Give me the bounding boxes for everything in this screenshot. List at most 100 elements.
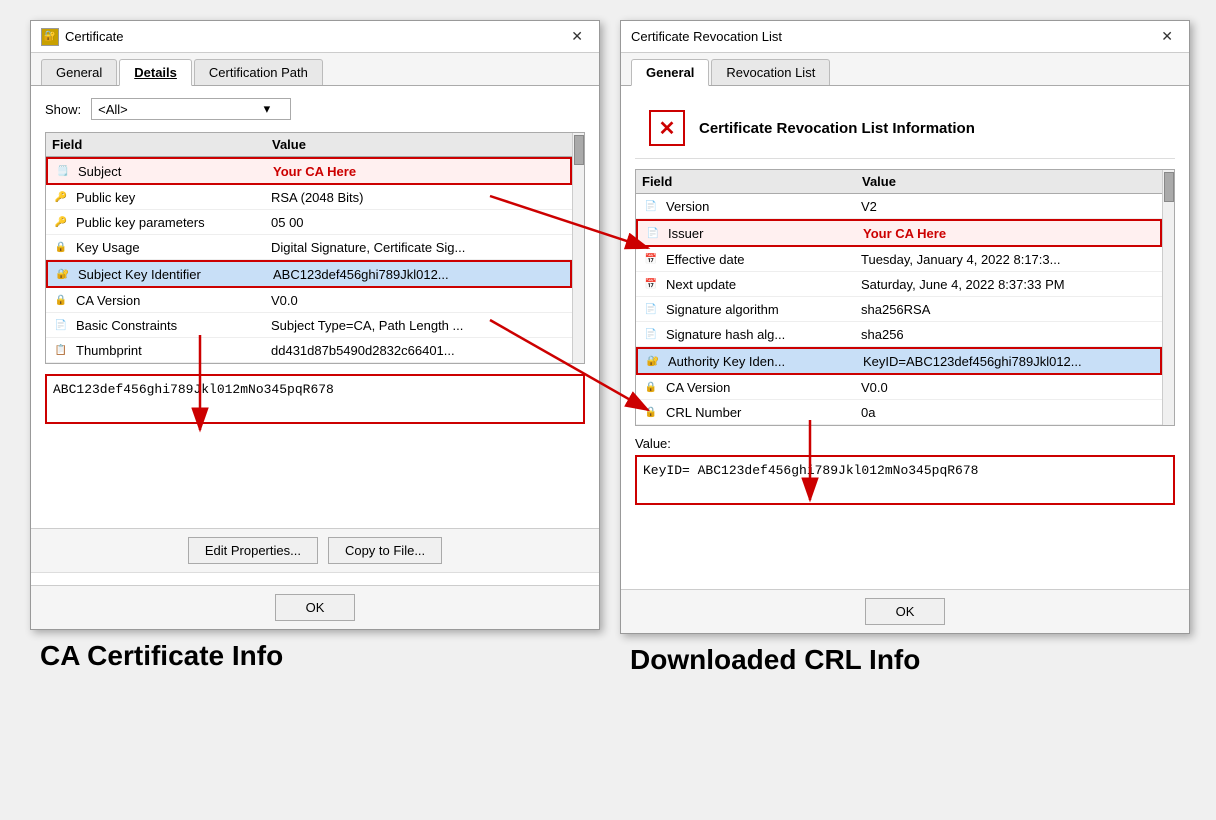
sigalg-row-icon: 📄 [642,300,660,318]
table-row[interactable]: 🔑 Public key parameters 05 00 [46,210,572,235]
col-field-header: Field [52,137,272,152]
row-value: V0.0 [861,380,1156,395]
row-field: Authority Key Iden... [668,354,863,369]
caversion-row-icon: 🔒 [52,291,70,309]
crl-tabs: General Revocation List [621,53,1189,86]
effdate-row-icon: 📅 [642,250,660,268]
table-row[interactable]: 🔒 CRL Number 0a [636,400,1162,425]
row-field: Effective date [666,252,861,267]
copy-to-file-button[interactable]: Copy to File... [328,537,442,564]
field-table-header: Field Value [46,133,572,157]
table-row[interactable]: 📄 Version V2 [636,194,1162,219]
key-row-icon: 🔑 [52,188,70,206]
sighash-row-icon: 📄 [642,325,660,343]
row-field: CA Version [76,293,271,308]
row-field: Basic Constraints [76,318,271,333]
row-field: Key Usage [76,240,271,255]
row-value: Saturday, June 4, 2022 8:37:33 PM [861,277,1156,292]
crl-footer: OK [621,589,1189,633]
crl-cert-icon: ✕ [649,110,685,146]
scrollbar[interactable] [572,133,584,363]
row-field: Issuer [668,226,863,241]
crl-field-table-header: Field Value [636,170,1162,194]
row-field: Subject Key Identifier [78,267,273,282]
tab-certification-path[interactable]: Certification Path [194,59,323,85]
crl-empty-space [635,517,1175,577]
tab-general[interactable]: General [41,59,117,85]
row-field: Signature hash alg... [666,327,861,342]
cert-close-button[interactable]: ✕ [565,26,589,47]
edit-properties-button[interactable]: Edit Properties... [188,537,318,564]
cert-window-icon: 🔐 [41,28,59,46]
row-value: sha256RSA [861,302,1156,317]
row-field: Subject [78,164,273,179]
keyparam-row-icon: 🔑 [52,213,70,231]
crlnum-row-icon: 🔒 [642,403,660,421]
row-value: 05 00 [271,215,566,230]
row-value: Your CA Here [863,226,1154,241]
crl-close-button[interactable]: ✕ [1155,26,1179,47]
show-label: Show: [45,102,81,117]
crl-window-title: Certificate Revocation List [631,29,782,44]
table-row[interactable]: 🗒️ Subject Your CA Here [46,157,572,185]
left-section-label-placeholder [31,572,599,585]
table-row[interactable]: 📄 Signature hash alg... sha256 [636,322,1162,347]
row-field: Next update [666,277,861,292]
cert-ok-button[interactable]: OK [275,594,355,621]
table-row[interactable]: 🔒 Key Usage Digital Signature, Certifica… [46,235,572,260]
tab-crl-general[interactable]: General [631,59,709,86]
subjectkey-row-icon: 🔐 [54,265,72,283]
row-value: sha256 [861,327,1156,342]
cert-footer: OK [31,585,599,629]
col-value-header: Value [272,137,566,152]
table-row[interactable]: 📅 Next update Saturday, June 4, 2022 8:3… [636,272,1162,297]
table-row[interactable]: 📄 Issuer Your CA Here [636,219,1162,247]
keyusage-row-icon: 🔒 [52,238,70,256]
crl-caversion-row-icon: 🔒 [642,378,660,396]
row-field: Signature algorithm [666,302,861,317]
issuer-row-icon: 📄 [644,224,662,242]
cert-body: Show: <All> ▾ Field Value [31,86,599,528]
left-section-label: CA Certificate Info [30,640,283,672]
certificate-titlebar: 🔐 Certificate ✕ [31,21,599,53]
row-field: Public key [76,190,271,205]
table-row[interactable]: 🔒 CA Version V0.0 [636,375,1162,400]
cert-field-table: Field Value 🗒️ Subject Your CA Here 🔑 [45,132,585,364]
table-row[interactable]: 📄 Basic Constraints Subject Type=CA, Pat… [46,313,572,338]
tab-details[interactable]: Details [119,59,192,86]
crl-info-header: ✕ Certificate Revocation List Informatio… [635,98,1175,159]
crl-titlebar: Certificate Revocation List ✕ [621,21,1189,53]
crl-ok-button[interactable]: OK [865,598,945,625]
table-row[interactable]: 📅 Effective date Tuesday, January 4, 202… [636,247,1162,272]
table-row[interactable]: 📄 Signature algorithm sha256RSA [636,297,1162,322]
table-row[interactable]: 🔑 Public key RSA (2048 Bits) [46,185,572,210]
row-value: V0.0 [271,293,566,308]
row-value: Tuesday, January 4, 2022 8:17:3... [861,252,1156,267]
crl-value-label: Value: [635,436,1175,451]
tab-revocation-list[interactable]: Revocation List [711,59,830,85]
row-field: CA Version [666,380,861,395]
crl-col-field-header: Field [642,174,862,189]
dropdown-chevron-icon: ▾ [264,101,271,117]
table-row[interactable]: 🔐 Subject Key Identifier ABC123def456ghi… [46,260,572,288]
cert-action-footer: Edit Properties... Copy to File... [31,528,599,572]
table-row[interactable]: 🔐 Authority Key Iden... KeyID=ABC123def4… [636,347,1162,375]
row-value: Digital Signature, Certificate Sig... [271,240,566,255]
basic-row-icon: 📄 [52,316,70,334]
cert-value-box: ABC123def456ghi789Jkl012mNo345pqR678 [45,374,585,424]
show-value: <All> [98,102,128,117]
empty-space [45,436,585,516]
row-value: 0a [861,405,1156,420]
crl-scrollbar[interactable] [1162,170,1174,425]
show-row: Show: <All> ▾ [45,98,585,120]
row-value: KeyID=ABC123def456ghi789Jkl012... [863,354,1154,369]
table-row[interactable]: 📋 Thumbprint dd431d87b5490d2832c66401... [46,338,572,363]
show-dropdown[interactable]: <All> ▾ [91,98,291,120]
cert-window-title: Certificate [65,29,124,44]
nextupd-row-icon: 📅 [642,275,660,293]
table-row[interactable]: 🔒 CA Version V0.0 [46,288,572,313]
row-value: Your CA Here [273,164,564,179]
row-value: ABC123def456ghi789Jkl012... [273,267,564,282]
authkey-row-icon: 🔐 [644,352,662,370]
row-value: RSA (2048 Bits) [271,190,566,205]
